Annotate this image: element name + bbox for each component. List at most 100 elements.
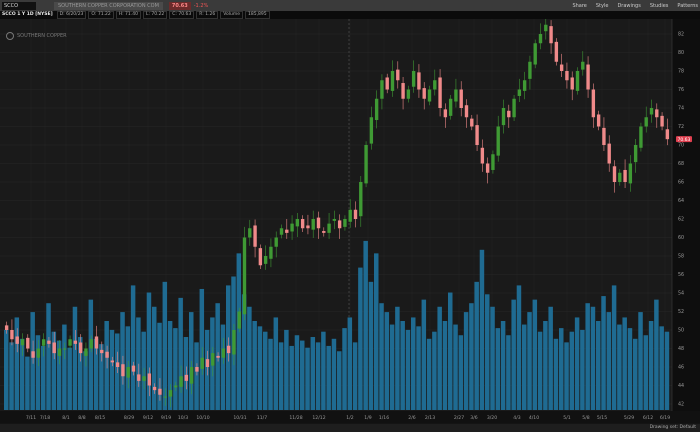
volume-bar — [405, 329, 411, 410]
volume-bar — [194, 342, 199, 410]
volume-bar — [506, 335, 511, 410]
candle-down — [26, 337, 30, 349]
candle-down — [401, 83, 405, 99]
info-date: D: 6/20/23 — [56, 11, 87, 19]
date-tick-label: 2/6 — [408, 415, 415, 421]
candle-up — [364, 145, 368, 184]
date-tick-label: 9/19 — [161, 415, 171, 421]
candle-up — [327, 223, 331, 233]
volume-bar — [389, 324, 395, 410]
price-tick-label: 42 — [678, 402, 684, 408]
candle-down — [385, 77, 389, 90]
candle-up — [369, 117, 374, 144]
volume-bar — [183, 337, 189, 410]
candle-up — [89, 339, 93, 349]
volume-bar — [463, 312, 469, 410]
candle-down — [195, 367, 199, 372]
volume-bar — [189, 312, 194, 410]
candle-up — [279, 228, 284, 235]
date-tick-label: 9/12 — [143, 415, 153, 421]
candle-up — [174, 385, 178, 388]
volume-bar — [606, 312, 612, 410]
price-tick-label: 82 — [678, 32, 684, 38]
volume-bar — [543, 321, 548, 410]
volume-bar — [46, 303, 51, 410]
volume-bar — [67, 347, 72, 410]
info-high: H: 71.40 — [115, 11, 141, 19]
volume-bar — [627, 328, 633, 410]
date-tick-label: 10/31 — [233, 415, 246, 421]
candle-down — [459, 89, 463, 108]
date-tick-label: 4/3 — [513, 415, 520, 421]
volume-bar — [358, 267, 363, 410]
volume-bar — [596, 321, 601, 410]
candle-up — [343, 219, 347, 227]
candle-down — [31, 351, 35, 358]
candle-up — [374, 98, 379, 121]
volume-bar — [236, 253, 242, 410]
volume-bar — [310, 337, 316, 410]
candle-down — [507, 110, 511, 118]
candle-up — [522, 80, 527, 91]
candle-down — [443, 109, 448, 118]
volume-bar — [120, 312, 125, 410]
candle-up — [528, 61, 532, 79]
symbol-input[interactable]: SCCO — [2, 1, 36, 10]
candle-down — [300, 219, 305, 229]
date-tick-label: 10/3 — [178, 415, 188, 421]
candle-down — [475, 125, 479, 145]
price-tick-label: 62 — [678, 217, 684, 223]
date-tick-label: 2/13 — [425, 415, 435, 421]
volume-bar — [83, 351, 88, 410]
volume-bar — [93, 338, 99, 410]
date-tick-label: 3/20 — [487, 415, 497, 421]
volume-bar — [485, 294, 490, 410]
candle-down — [554, 41, 559, 62]
volume-bar — [152, 306, 157, 410]
volume-bar — [88, 299, 94, 410]
volume-bar — [400, 321, 405, 410]
candle-up — [544, 24, 548, 32]
volume-bar — [363, 240, 368, 410]
candle-down — [353, 209, 358, 219]
date-tick-label: 5/8 — [582, 415, 589, 421]
price-chart[interactable]: 82 80 78 76 74 72 70 68 66 64 62 60 58 56 54 52 50 48 46 44… — [0, 19, 700, 423]
date-tick-label: 6/19 — [660, 415, 670, 421]
date-tick-label: 8/15 — [95, 415, 105, 421]
price-tick-label: 64 — [678, 198, 684, 204]
logo-text: SOUTHERN COPPER — [17, 33, 67, 39]
candle-down — [422, 88, 426, 99]
drawing-set-selector[interactable]: Drawing set: Default — [650, 425, 696, 430]
volume-bar — [379, 303, 384, 410]
info-close: C: 70.63 — [169, 11, 195, 19]
candle-up — [68, 339, 72, 346]
volume-bar — [500, 321, 506, 410]
candle-up — [406, 89, 411, 99]
volume-bar — [141, 331, 146, 410]
volume-bar — [109, 329, 115, 410]
date-tick-label: 8/29 — [124, 415, 134, 421]
volume-bar — [331, 338, 337, 410]
volume-bar — [173, 328, 178, 410]
share-button[interactable]: Share — [572, 3, 586, 9]
volume-bar — [559, 328, 564, 410]
studies-button[interactable]: Studies — [650, 3, 669, 9]
candle-up — [41, 339, 46, 346]
info-open: O: 71.22 — [88, 11, 114, 19]
date-tick-label: 1/9 — [364, 415, 371, 421]
volume-bar — [167, 321, 173, 410]
candle-down — [623, 169, 627, 182]
candle-up — [274, 237, 278, 247]
drawings-button[interactable]: Drawings — [617, 3, 640, 9]
info-volume-value: 185,895 — [244, 11, 270, 19]
volume-bar — [178, 297, 183, 410]
date-tick-label: 8/1 — [62, 415, 69, 421]
candle-up — [248, 228, 252, 238]
candle-down — [337, 220, 342, 229]
volume-bar — [495, 328, 501, 410]
candle-down — [205, 359, 210, 367]
candle-up — [639, 126, 643, 148]
volume-bar — [648, 321, 654, 410]
style-button[interactable]: Style — [596, 3, 609, 9]
patterns-button[interactable]: Patterns — [677, 3, 698, 9]
